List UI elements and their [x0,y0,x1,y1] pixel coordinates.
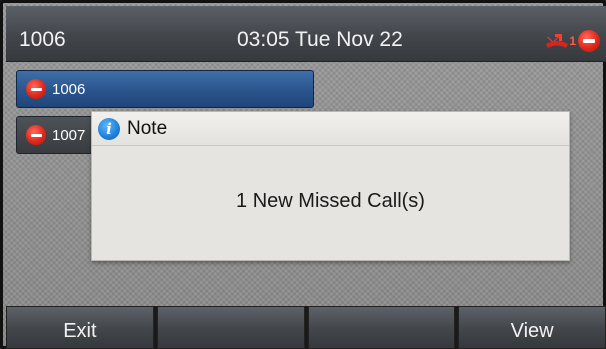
missed-call-count: 1 [569,34,576,48]
status-bar: 1006 03:05 Tue Nov 22 1 [6,6,606,62]
dnd-icon [26,125,46,145]
status-icons: 1 [545,28,600,54]
date-time: 03:05 Tue Nov 22 [237,28,403,51]
exit-button[interactable]: Exit [6,306,154,349]
softkey-2[interactable] [156,306,305,349]
info-icon: i [98,117,120,140]
line-key-label: 1007 [52,126,86,144]
dnd-icon [578,30,600,52]
softkey-3[interactable] [307,306,456,349]
softkey-bar: Exit View [6,306,606,349]
line-key-1007[interactable]: 1007 [16,116,96,154]
dialog-message: 1 New Missed Call(s) [236,190,425,212]
line-key-1006[interactable]: 1006 [16,70,314,108]
note-dialog: i Note 1 New Missed Call(s) [91,111,570,261]
account-label: 1006 [19,28,66,51]
dnd-icon [26,79,46,99]
dialog-title: Note [127,117,168,139]
phone-screen: 1006 03:05 Tue Nov 22 1 1006 1007 i Note… [0,0,606,349]
view-button[interactable]: View [458,306,606,349]
line-key-label: 1006 [52,80,86,98]
dialog-header: i Note [92,112,569,146]
missed-call-icon [545,32,569,50]
